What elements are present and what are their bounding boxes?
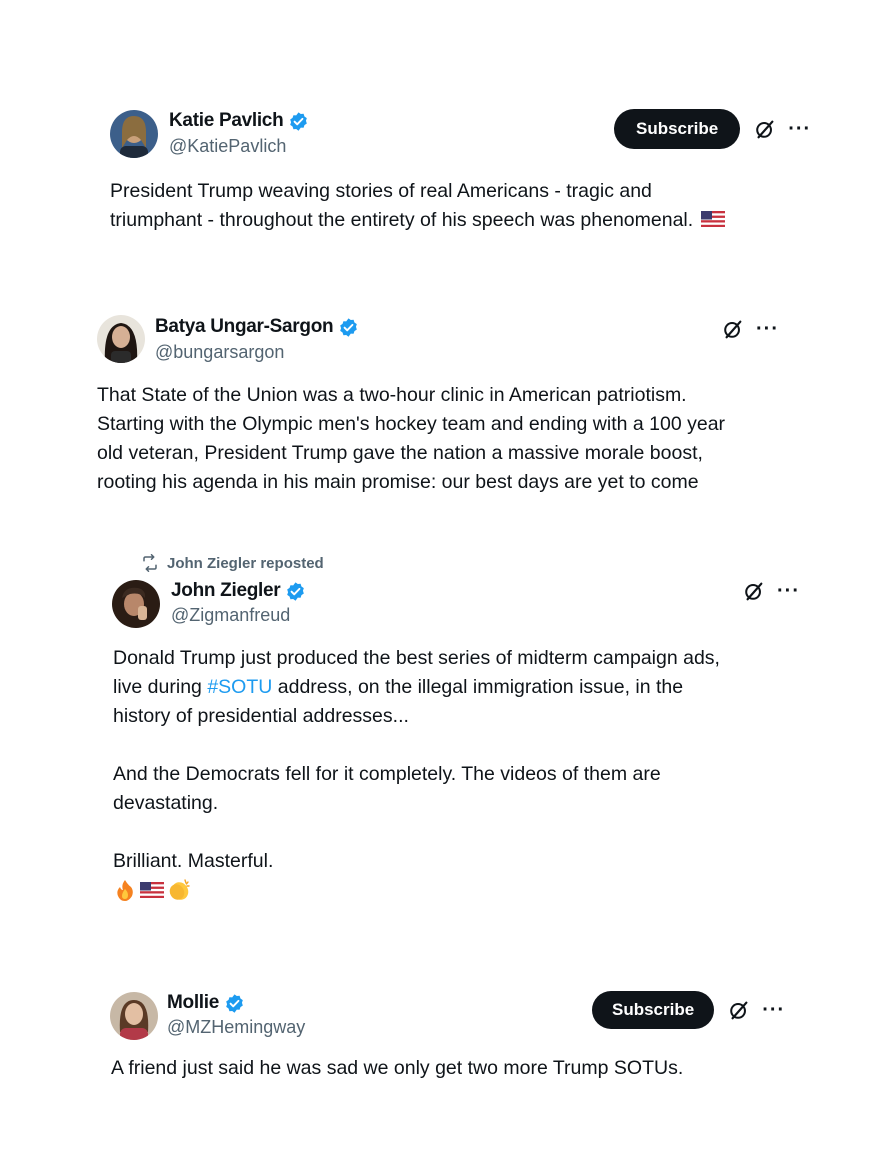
post-text-line: President Trump weaving stories of real … xyxy=(110,180,652,202)
author-handle[interactable]: @Zigmanfreud xyxy=(171,605,290,626)
author-handle[interactable]: @KatiePavlich xyxy=(169,136,286,157)
post-text-line: history of presidential addresses... xyxy=(113,705,409,727)
repost-icon xyxy=(143,554,157,572)
more-icon[interactable]: ··· xyxy=(762,1000,785,1020)
post-text-line: Brilliant. Masterful. xyxy=(113,850,274,872)
grok-icon[interactable] xyxy=(722,318,744,340)
post-text-line: devastating. xyxy=(113,792,219,814)
post-text: Donald Trump just produced the best seri… xyxy=(113,644,853,902)
post-text-line: triumphant - throughout the entirety of … xyxy=(110,209,694,231)
post-text-line: A friend just said he was sad we only ge… xyxy=(111,1057,684,1079)
post-john-ziegler[interactable]: John Ziegler reposted John Ziegler @Zigm… xyxy=(0,545,884,915)
post-text-line: Donald Trump just produced the best seri… xyxy=(113,647,720,669)
post-text-line: live during xyxy=(113,676,208,698)
post-katie-pavlich[interactable]: Katie Pavlich @KatiePavlich Subscribe ··… xyxy=(0,0,884,260)
grok-icon[interactable] xyxy=(754,118,776,140)
repost-indicator: John Ziegler reposted xyxy=(141,554,324,572)
subscribe-button[interactable]: Subscribe xyxy=(592,991,715,1029)
post-text-line: old veteran, President Trump gave the na… xyxy=(97,442,703,464)
verified-badge-icon xyxy=(224,993,245,1014)
author-name[interactable]: Mollie xyxy=(167,992,219,1014)
post-text-line: rooting his agenda in his main promise: … xyxy=(97,471,699,493)
subscribe-button[interactable]: Subscribe xyxy=(614,109,741,149)
repost-label[interactable]: John Ziegler reposted xyxy=(167,555,324,572)
more-icon[interactable]: ··· xyxy=(788,119,811,139)
avatar[interactable] xyxy=(110,992,158,1040)
hashtag-link[interactable]: #SOTU xyxy=(207,676,272,698)
grok-icon[interactable] xyxy=(728,999,750,1021)
more-icon[interactable]: ··· xyxy=(756,319,779,339)
grok-icon[interactable] xyxy=(743,580,765,602)
author-handle[interactable]: @MZHemingway xyxy=(167,1017,305,1038)
emoji-row xyxy=(113,878,853,902)
post-text-line: Starting with the Olympic men's hockey t… xyxy=(97,413,726,435)
post-text: That State of the Union was a two-hour c… xyxy=(97,381,857,497)
avatar[interactable] xyxy=(112,580,160,628)
verified-badge-icon xyxy=(288,111,309,132)
verified-badge-icon xyxy=(338,317,359,338)
post-batya-ungar-sargon[interactable]: Batya Ungar-Sargon @bungarsargon ··· Tha… xyxy=(0,300,884,510)
author-handle[interactable]: @bungarsargon xyxy=(155,342,284,363)
post-text-line: And the Democrats fell for it completely… xyxy=(113,763,661,785)
avatar[interactable] xyxy=(110,110,158,158)
post-text-line: address, on the illegal immigration issu… xyxy=(277,676,684,698)
avatar[interactable] xyxy=(97,315,145,363)
us-flag-icon xyxy=(140,878,164,902)
post-text: President Trump weaving stories of real … xyxy=(110,177,830,235)
more-icon[interactable]: ··· xyxy=(777,581,800,601)
fire-icon xyxy=(113,878,137,902)
post-text-line: That State of the Union was a two-hour c… xyxy=(97,384,687,406)
author-name[interactable]: Batya Ungar-Sargon xyxy=(155,316,334,338)
us-flag-icon xyxy=(700,211,725,227)
post-mollie[interactable]: Mollie @MZHemingway Subscribe ··· A frie… xyxy=(0,975,884,1095)
clapping-hands-icon xyxy=(167,878,191,902)
verified-badge-icon xyxy=(285,581,306,602)
post-text: A friend just said he was sad we only ge… xyxy=(111,1054,851,1083)
author-name[interactable]: Katie Pavlich xyxy=(169,110,284,132)
author-name[interactable]: John Ziegler xyxy=(171,580,281,602)
